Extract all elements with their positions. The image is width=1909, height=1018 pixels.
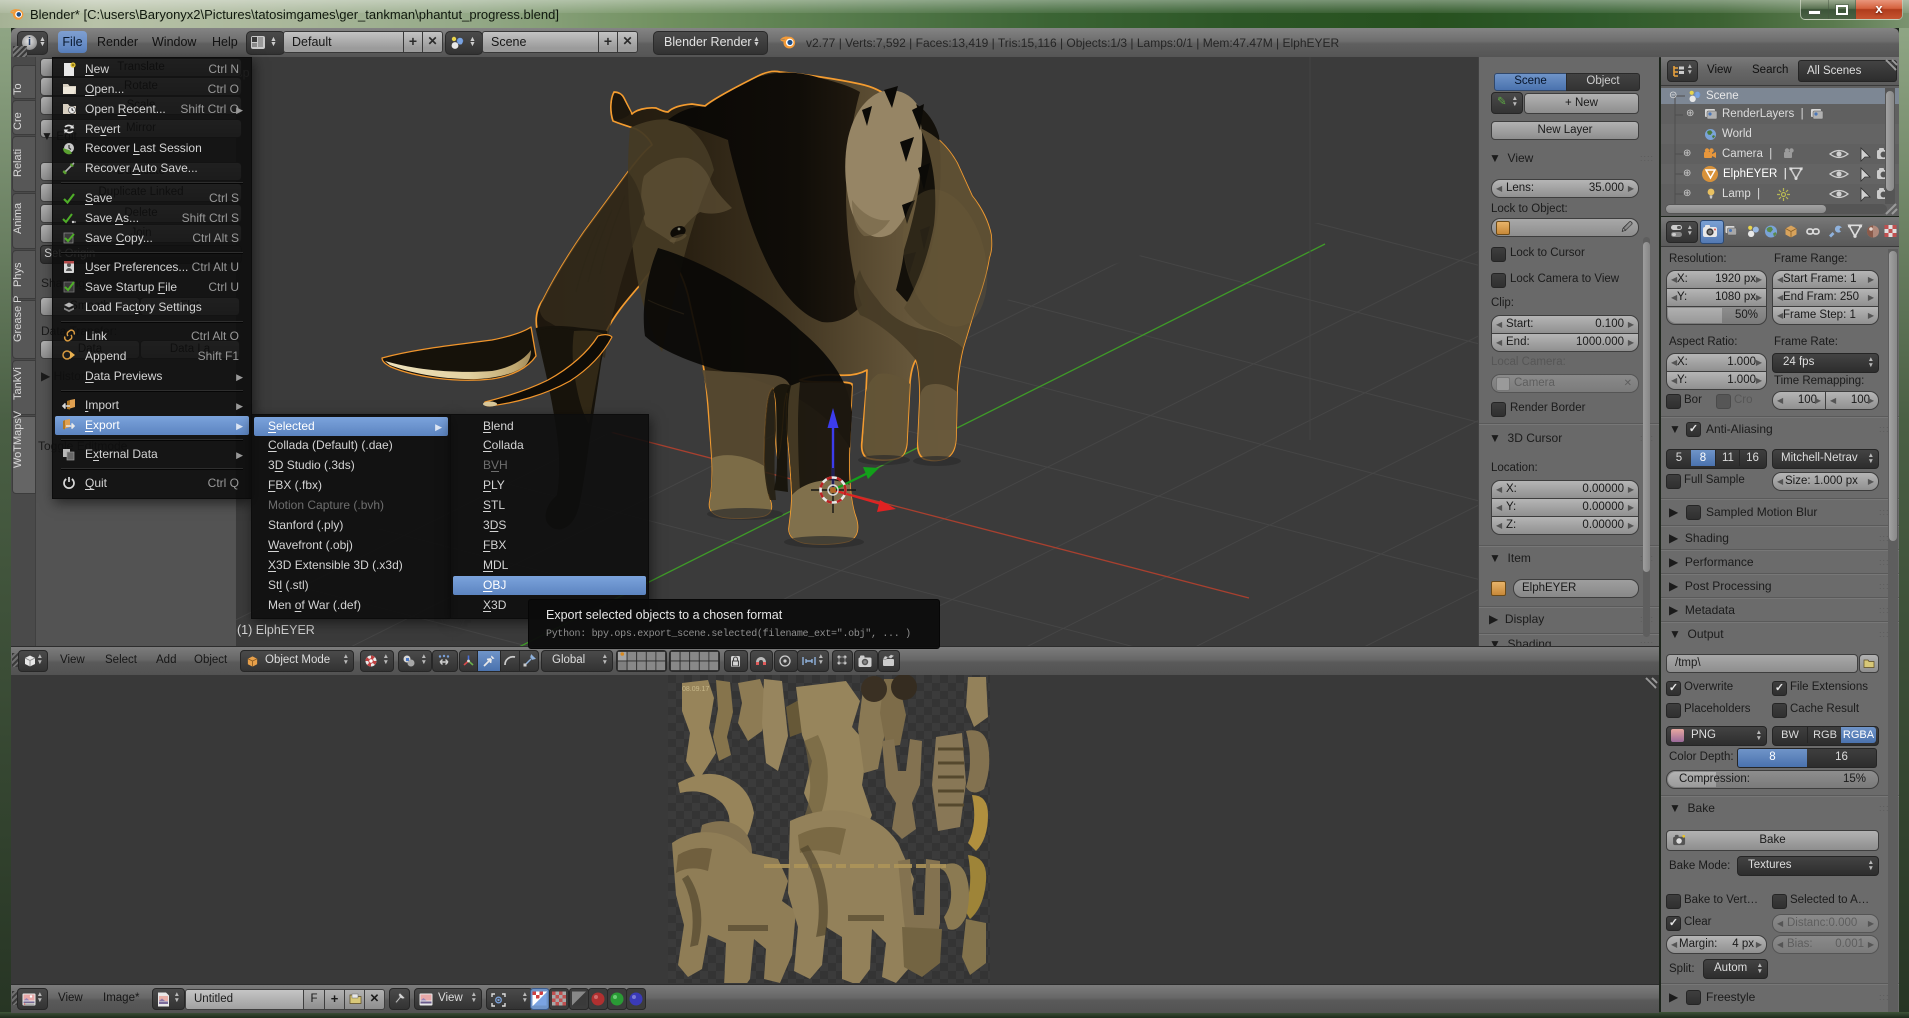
svg-text:(1) ElphEYER: (1) ElphEYER [237,623,315,637]
svg-text:08.09.17: 08.09.17 [682,686,709,693]
